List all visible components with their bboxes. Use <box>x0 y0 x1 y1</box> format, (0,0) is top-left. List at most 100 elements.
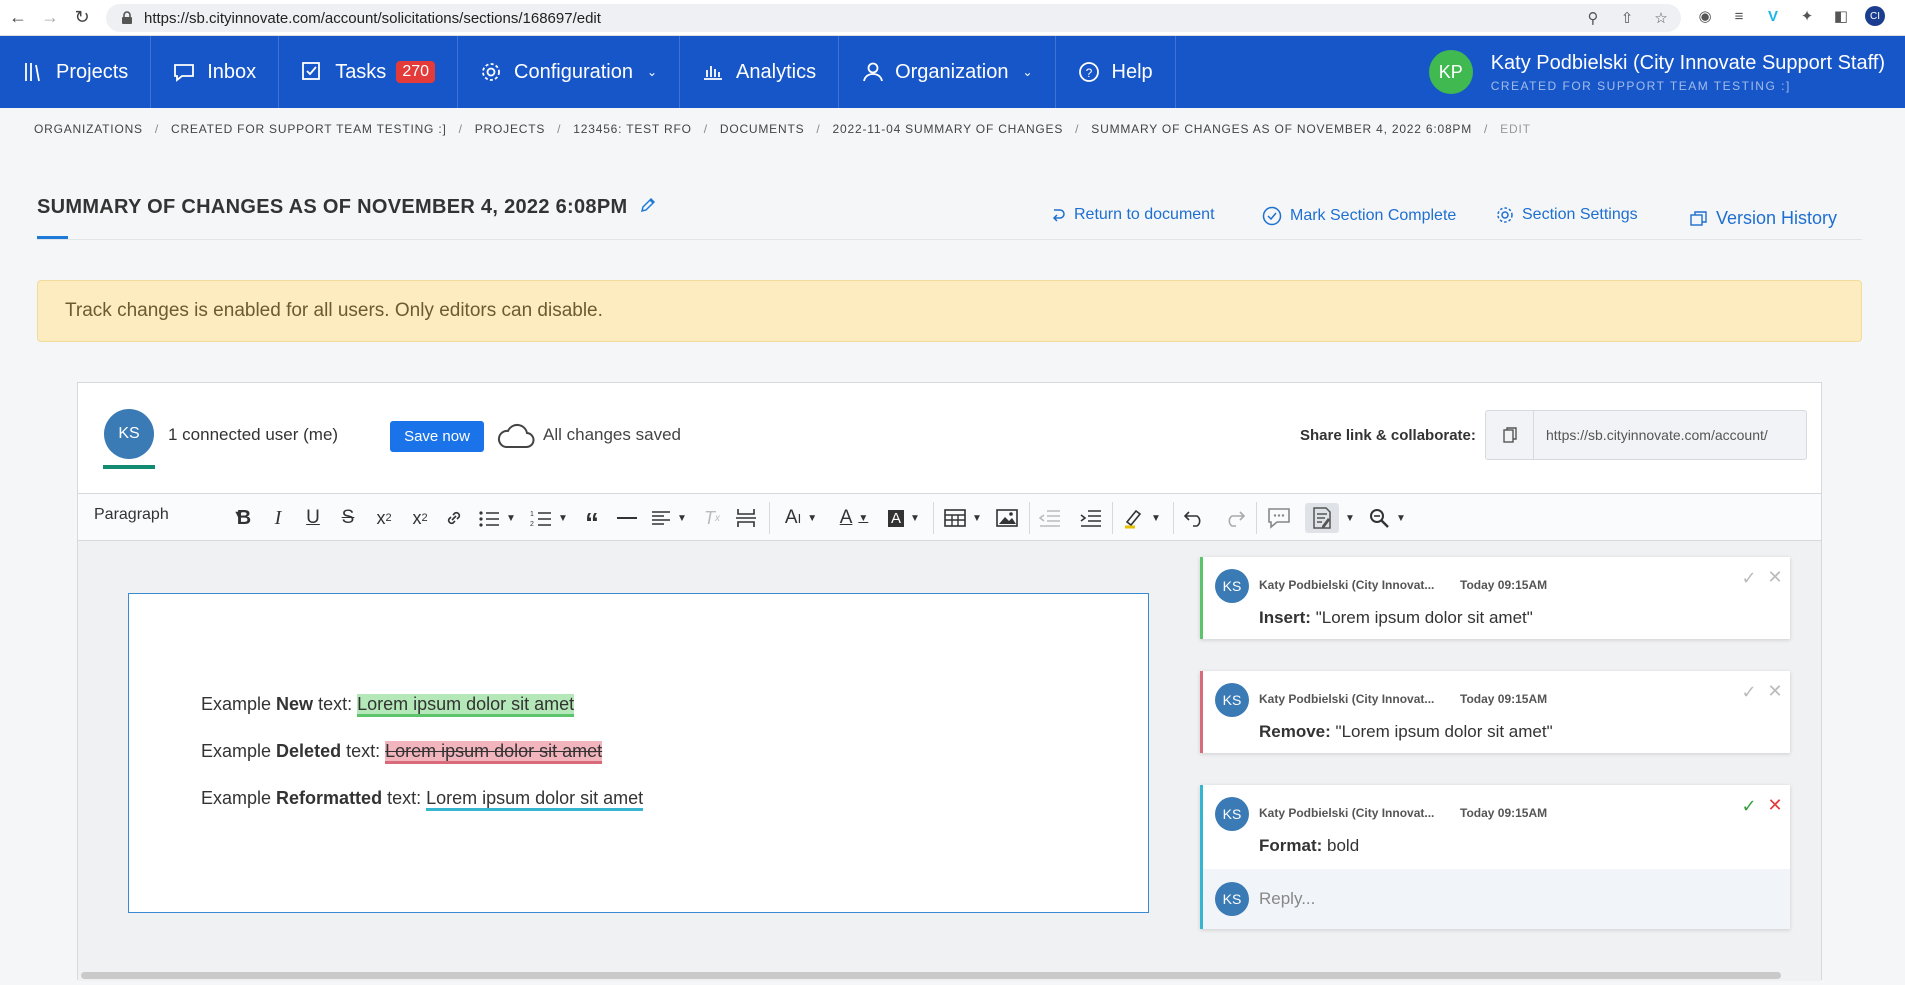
pencil-icon[interactable] <box>639 196 657 214</box>
reload-icon[interactable]: ↻ <box>68 4 96 32</box>
reject-x-icon[interactable]: ✕ <box>1766 795 1784 815</box>
inserted-text[interactable]: Lorem ipsum dolor sit amet <box>357 694 575 717</box>
clear-formatting-icon[interactable]: Tx <box>700 503 724 533</box>
profile-avatar[interactable]: CI <box>1865 6 1885 26</box>
suggestion-avatar: KS <box>1215 683 1249 717</box>
vimeo-icon[interactable]: V <box>1763 6 1783 26</box>
breadcrumb-item[interactable]: ORGANIZATIONS <box>34 122 143 136</box>
horizontal-scrollbar[interactable] <box>81 972 1781 979</box>
breadcrumb-item[interactable]: 123456: TEST RFO <box>573 122 691 136</box>
return-label: Return to document <box>1074 206 1215 223</box>
bar-chart-icon <box>704 66 723 80</box>
image-icon[interactable] <box>994 503 1020 533</box>
highlight-icon[interactable]: ▼ <box>1120 503 1164 533</box>
document-line-inserted[interactable]: Example New text: Lorem ipsum dolor sit … <box>201 694 575 717</box>
forward-arrow-icon[interactable]: → <box>36 4 64 32</box>
extension-icon[interactable]: ◉ <box>1695 6 1715 26</box>
line-text: Example <box>201 694 277 714</box>
back-arrow-icon[interactable]: ← <box>4 4 32 32</box>
mark-section-complete-button[interactable]: Mark Section Complete <box>1262 206 1456 226</box>
puzzle-icon[interactable]: ✦ <box>1797 6 1817 26</box>
svg-text:?: ? <box>1085 66 1092 80</box>
track-changes-icon[interactable]: ▼ <box>1304 503 1356 533</box>
find-replace-icon[interactable]: ▼ <box>1365 503 1409 533</box>
section-settings-button[interactable]: Section Settings <box>1496 206 1638 224</box>
document-line-reformatted[interactable]: Example Reformatted text: Lorem ipsum do… <box>201 788 644 811</box>
reject-x-icon[interactable]: ✕ <box>1766 681 1784 701</box>
document-page[interactable]: Example New text: Lorem ipsum dolor sit … <box>128 593 1149 913</box>
link-icon[interactable] <box>442 503 466 533</box>
indent-icon[interactable] <box>1078 503 1104 533</box>
deleted-text[interactable]: Lorem ipsum dolor sit amet <box>385 741 603 764</box>
nav-configuration[interactable]: Configuration ⌄ <box>458 36 681 108</box>
suggestion-time: Today 09:15AM <box>1460 806 1548 820</box>
line-bold-text: New <box>276 694 314 714</box>
paragraph-style-dropdown[interactable]: Paragraph ▼ <box>94 506 244 524</box>
breadcrumb-current: EDIT <box>1500 122 1531 136</box>
accept-check-icon[interactable]: ✓ <box>1740 796 1758 816</box>
superscript-icon[interactable]: x2 <box>405 503 435 533</box>
undo-icon[interactable] <box>1181 503 1207 533</box>
background-color-icon[interactable]: A ▼ <box>884 503 924 533</box>
nav-analytics[interactable]: Analytics <box>680 36 840 108</box>
users-icon <box>863 62 883 82</box>
outdent-icon[interactable] <box>1037 503 1063 533</box>
breadcrumb-item[interactable]: SUMMARY OF CHANGES AS OF NOVEMBER 4, 202… <box>1091 122 1472 136</box>
table-icon[interactable]: ▼ <box>941 503 985 533</box>
share-url-input[interactable] <box>1534 427 1804 443</box>
share-icon[interactable]: ⇧ <box>1617 8 1637 28</box>
underline-icon[interactable]: U <box>301 503 325 533</box>
alert-text: Track changes is enabled for all users. … <box>65 300 603 321</box>
italic-icon[interactable]: I <box>266 503 290 533</box>
comment-icon[interactable] <box>1264 503 1294 533</box>
reformatted-text[interactable]: Lorem ipsum dolor sit amet <box>426 788 644 811</box>
nav-help[interactable]: ? Help <box>1056 36 1176 108</box>
breadcrumb-item[interactable]: PROJECTS <box>475 122 545 136</box>
reading-list-icon[interactable]: ≡ <box>1729 6 1749 26</box>
nav-inbox[interactable]: Inbox <box>151 36 280 108</box>
suggestion-body: Insert: "Lorem ipsum dolor sit amet" <box>1259 608 1533 628</box>
redo-icon[interactable] <box>1222 503 1248 533</box>
document-line-deleted[interactable]: Example Deleted text: Lorem ipsum dolor … <box>201 741 603 764</box>
bullet-list-icon[interactable]: ▼ <box>476 503 518 533</box>
suggestion-card-format[interactable]: KS Katy Podbielski (City Innovat... Toda… <box>1200 785 1790 929</box>
user-menu[interactable]: KP Katy Podbielski (City Innovate Suppor… <box>1428 36 1905 108</box>
nav-tasks[interactable]: Tasks 270 <box>279 36 459 108</box>
collaborator-avatar[interactable]: KS <box>104 409 154 459</box>
page-break-icon[interactable] <box>733 503 759 533</box>
reject-x-icon[interactable]: ✕ <box>1766 567 1784 587</box>
accept-check-icon[interactable]: ✓ <box>1740 682 1758 702</box>
nav-projects[interactable]: Projects <box>0 36 152 108</box>
horizontal-line-icon[interactable] <box>615 503 639 533</box>
save-now-button[interactable]: Save now <box>390 421 484 452</box>
align-icon[interactable]: ▼ <box>648 503 690 533</box>
sidebar-icon[interactable]: ◧ <box>1831 6 1851 26</box>
reply-input[interactable]: Reply... <box>1259 889 1315 909</box>
suggestion-card-remove[interactable]: KS Katy Podbielski (City Innovat... Toda… <box>1200 671 1790 753</box>
subscript-icon[interactable]: x2 <box>369 503 399 533</box>
breadcrumb-item[interactable]: CREATED FOR SUPPORT TEAM TESTING :] <box>171 122 447 136</box>
numbered-list-icon[interactable]: 1 2 ▼ <box>528 503 570 533</box>
font-color-icon[interactable]: A ▼ <box>834 503 874 533</box>
bookmark-star-icon[interactable]: ☆ <box>1651 8 1671 28</box>
blockquote-icon[interactable]: “ <box>580 503 604 538</box>
line-text: text: <box>382 788 427 808</box>
breadcrumb-item[interactable]: 2022-11-04 SUMMARY OF CHANGES <box>833 122 1064 136</box>
chevron-down-icon: ⌄ <box>646 65 658 79</box>
bold-icon[interactable]: B <box>232 503 256 533</box>
font-size-icon[interactable]: A I ▼ <box>778 503 824 533</box>
suggestion-card-insert[interactable]: KS Katy Podbielski (City Innovat... Toda… <box>1200 557 1790 639</box>
return-to-document-link[interactable]: Return to document <box>1050 206 1215 224</box>
zoom-icon[interactable]: ⚲ <box>1583 8 1603 28</box>
reply-box[interactable]: KS Reply... <box>1203 869 1790 929</box>
nav-organization[interactable]: Organization ⌄ <box>839 36 1056 108</box>
version-history-button[interactable]: Version History <box>1690 208 1837 229</box>
accept-check-icon[interactable]: ✓ <box>1740 568 1758 588</box>
strikethrough-icon[interactable]: S <box>336 503 360 533</box>
clipboard-icon[interactable] <box>1486 411 1534 459</box>
active-user-indicator <box>103 465 155 469</box>
lock-icon <box>122 11 132 24</box>
breadcrumb-item[interactable]: DOCUMENTS <box>720 122 805 136</box>
menu-dots-icon[interactable]: ⋮ <box>1899 6 1905 26</box>
address-bar[interactable]: https://sb.cityinnovate.com/account/soli… <box>106 4 1681 32</box>
